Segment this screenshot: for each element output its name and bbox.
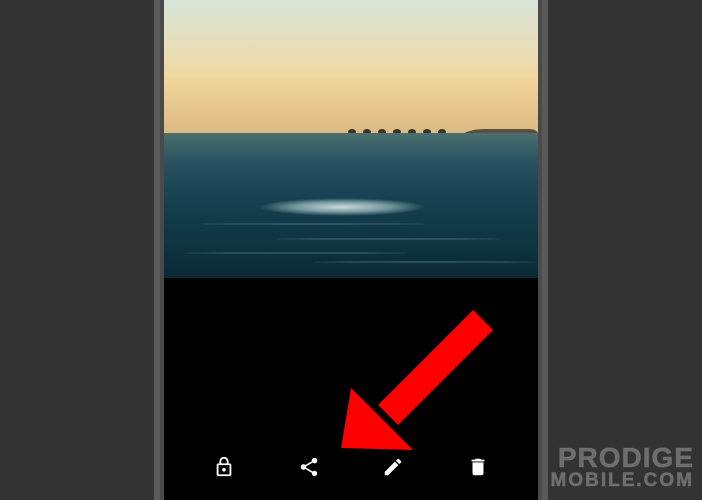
watermark-line2: MOBILE.COM	[551, 472, 695, 490]
lock-icon	[213, 456, 235, 483]
share-button[interactable]	[285, 445, 333, 493]
photo-water	[164, 133, 538, 278]
edit-button[interactable]	[369, 445, 417, 493]
phone-screen	[164, 0, 538, 500]
delete-button[interactable]	[454, 445, 502, 493]
edit-icon	[382, 456, 404, 483]
spacer	[164, 278, 538, 444]
phone-frame	[154, 0, 548, 500]
watermark-line1: PRODIGE	[551, 445, 695, 472]
lock-button[interactable]	[200, 445, 248, 493]
delete-icon	[467, 456, 489, 483]
watermark: PRODIGE MOBILE.COM	[551, 445, 695, 490]
photo-viewer[interactable]	[164, 0, 538, 278]
bottom-toolbar	[164, 444, 538, 500]
photo-sky	[164, 0, 538, 139]
share-icon	[298, 456, 320, 483]
